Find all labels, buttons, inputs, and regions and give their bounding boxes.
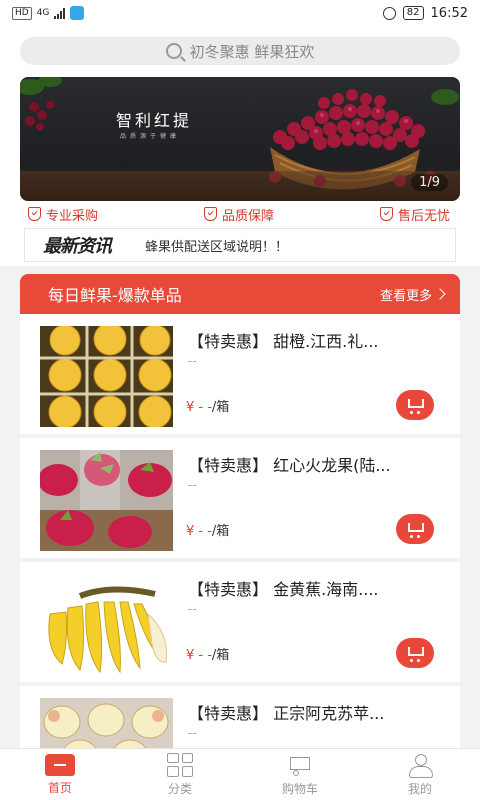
- view-more-label: 查看更多: [379, 288, 432, 304]
- price-unit: /箱: [211, 400, 230, 415]
- battery-indicator: 82: [402, 6, 424, 20]
- add-to-cart-button[interactable]: [396, 638, 434, 668]
- search-bar[interactable]: 初冬聚惠 鲜果狂欢: [20, 37, 460, 65]
- add-to-cart-button[interactable]: [396, 390, 434, 420]
- network-type: HD: [12, 6, 32, 20]
- chevron-right-icon: [434, 288, 446, 300]
- shield-check-icon: [203, 207, 217, 221]
- product-card[interactable]: 【特卖惠】 正宗阿克苏苹... --: [20, 686, 460, 748]
- user-icon: [406, 753, 434, 778]
- bottom-tab-bar: 首页 分类 购物车 我的: [0, 748, 480, 800]
- bananas-image: [40, 574, 173, 675]
- product-desc: --: [188, 726, 197, 740]
- product-image[interactable]: [40, 574, 173, 675]
- section-title: 每日鲜果-爆款单品: [48, 286, 182, 305]
- feature-label: 售后无忧: [397, 208, 450, 224]
- shield-check-icon: [379, 207, 393, 221]
- product-desc: --: [188, 354, 197, 368]
- tab-cart[interactable]: 购物车: [240, 749, 360, 800]
- search-placeholder: 初冬聚惠 鲜果狂欢: [189, 42, 315, 61]
- banner-page-indicator: 1/9: [411, 174, 448, 191]
- feature-procurement: 专业采购: [28, 205, 98, 224]
- status-bar: HD 4G 82 16:52: [0, 0, 480, 26]
- promo-banner[interactable]: 智利红提 品质源于健康 1/9: [20, 77, 460, 201]
- feature-label: 专业采购: [46, 208, 99, 224]
- price-value: ¥ - -: [186, 648, 212, 663]
- price-unit: /箱: [211, 648, 230, 663]
- header: 初冬聚惠 鲜果狂欢 智利红提 品质源于健康 1/9 专业采购 品质保障 售后无忧…: [0, 26, 480, 266]
- price-value: ¥ - -: [186, 400, 212, 415]
- oranges-image: [40, 326, 173, 427]
- clock: 16:52: [430, 5, 468, 21]
- product-image[interactable]: [40, 698, 173, 748]
- home-icon: [45, 753, 75, 776]
- signal-icon: [54, 7, 66, 19]
- view-more-link[interactable]: 查看更多: [379, 285, 446, 304]
- feature-label: 品质保障: [221, 208, 274, 224]
- product-card[interactable]: 【特卖惠】 金黄蕉.海南.... -- ¥ - -/箱: [20, 562, 460, 686]
- tab-category[interactable]: 分类: [120, 749, 240, 800]
- section-header: 每日鲜果-爆款单品 查看更多: [20, 274, 460, 314]
- feature-row: 专业采购 品质保障 售后无忧: [0, 202, 480, 226]
- tab-home[interactable]: 首页: [0, 749, 120, 800]
- banner-title: 智利红提: [116, 111, 193, 130]
- feature-aftersales: 售后无忧: [379, 205, 450, 224]
- dragon-fruit-image: [40, 450, 173, 551]
- daily-fruit-section: 每日鲜果-爆款单品 查看更多 【特卖惠】 甜橙.江西.礼... -- ¥ - -…: [20, 274, 460, 748]
- status-left: HD 4G: [12, 6, 85, 20]
- product-desc: --: [188, 602, 197, 616]
- tab-profile[interactable]: 我的: [360, 749, 480, 800]
- price-unit: /箱: [211, 524, 230, 539]
- tab-label: 我的: [407, 781, 432, 796]
- cart-icon: [286, 753, 314, 777]
- status-right: 82 16:52: [382, 5, 468, 21]
- grid-icon: [167, 752, 193, 777]
- tab-label: 购物车: [281, 781, 318, 796]
- cart-icon: [406, 646, 424, 662]
- add-to-cart-button[interactable]: [396, 514, 434, 544]
- product-price: ¥ - -/箱: [186, 520, 229, 539]
- banner-subtitle: 品质源于健康: [120, 133, 181, 140]
- apples-image: [40, 698, 173, 748]
- product-price: ¥ - -/箱: [186, 396, 229, 415]
- price-value: ¥ - -: [186, 524, 212, 539]
- signal-type: 4G: [36, 8, 50, 18]
- product-name[interactable]: 【特卖惠】 正宗阿克苏苹...: [188, 700, 443, 724]
- news-logo: 最新资讯: [43, 236, 112, 257]
- cart-icon: [406, 522, 424, 538]
- news-message[interactable]: 蜂果供配送区域说明！！: [145, 236, 288, 255]
- shield-check-icon: [28, 207, 41, 221]
- alarm-icon: [382, 6, 396, 20]
- product-image[interactable]: [40, 450, 173, 551]
- product-name[interactable]: 【特卖惠】 红心火龙果(陆...: [188, 452, 443, 476]
- app-notification-icon: [70, 6, 85, 20]
- feature-quality: 品质保障: [203, 205, 274, 224]
- news-ticker[interactable]: 最新资讯 蜂果供配送区域说明！！: [24, 228, 456, 262]
- product-image[interactable]: [40, 326, 173, 427]
- product-name[interactable]: 【特卖惠】 甜橙.江西.礼...: [188, 328, 443, 352]
- product-card[interactable]: 【特卖惠】 红心火龙果(陆... -- ¥ - -/箱: [20, 438, 460, 562]
- tab-label: 分类: [167, 781, 192, 796]
- product-desc: --: [188, 478, 197, 492]
- product-name[interactable]: 【特卖惠】 金黄蕉.海南....: [188, 576, 443, 600]
- banner-shelf: [20, 171, 460, 201]
- search-icon: [165, 43, 182, 59]
- tab-label: 首页: [47, 780, 72, 795]
- cart-icon: [406, 398, 424, 414]
- product-card[interactable]: 【特卖惠】 甜橙.江西.礼... -- ¥ - -/箱: [20, 314, 460, 438]
- product-price: ¥ - -/箱: [186, 644, 229, 663]
